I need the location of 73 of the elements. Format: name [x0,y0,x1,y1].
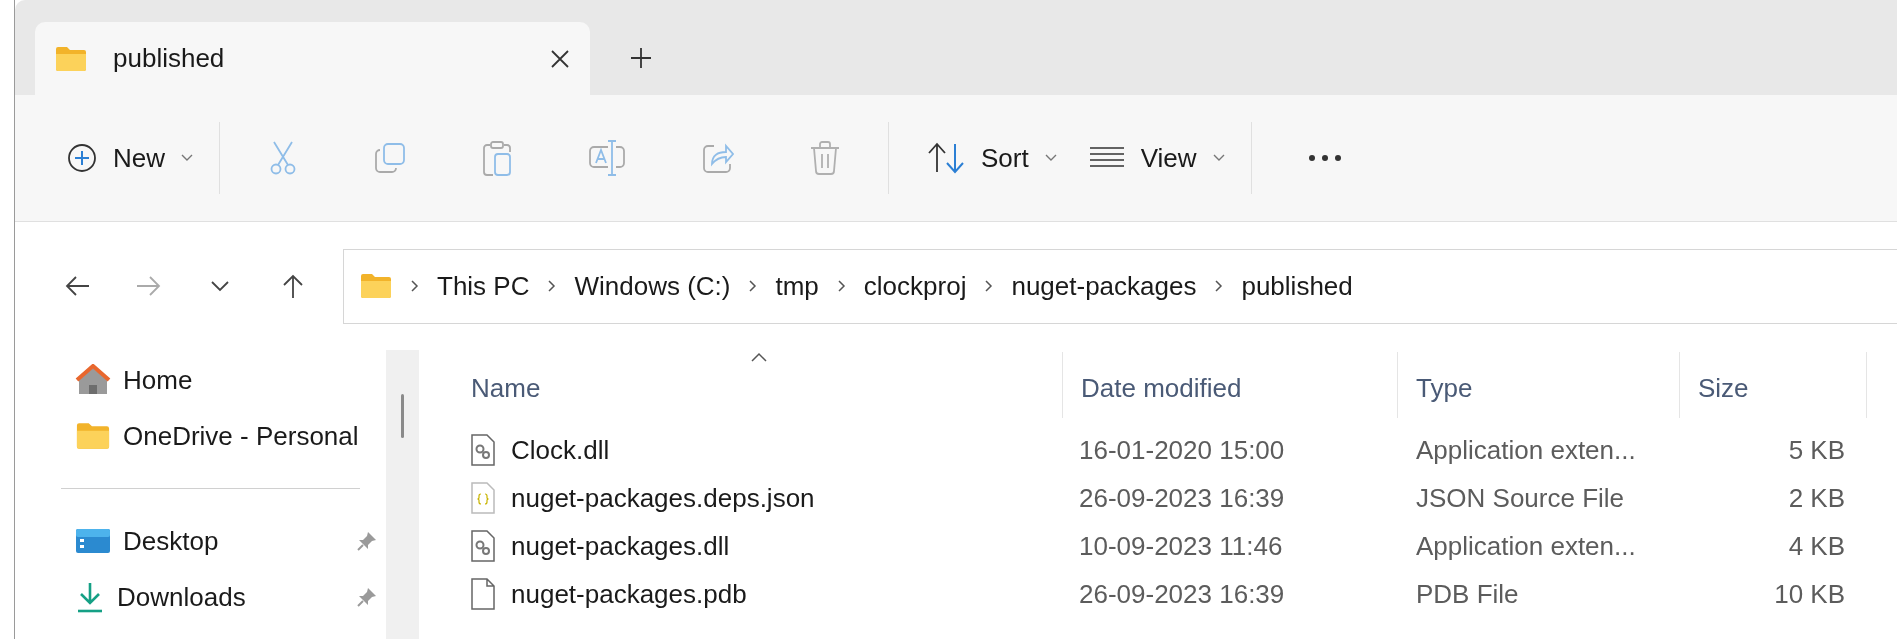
column-header[interactable]: Name [421,352,1063,418]
json-file-icon [471,482,495,514]
arrow-left-icon [65,274,89,298]
file-name[interactable]: Clock.dll [421,430,1063,470]
sidebar-item[interactable]: Downloads [61,569,386,625]
copy-icon [374,142,406,174]
file-icon [471,578,495,610]
size-cell: 5 KB [1788,434,1845,465]
new-tab-button[interactable] [630,47,652,69]
list-view-icon [1088,146,1125,170]
plus-icon [630,47,652,69]
chevron-right-icon [836,280,846,292]
type-cell: Application exten... [1416,434,1636,465]
sort-button[interactable]: Sort [911,130,1073,186]
file-name[interactable]: nuget-packages.dll [421,526,1063,566]
tab[interactable]: published [35,22,590,95]
column-header[interactable]: Type [1398,352,1680,418]
cut-icon [268,141,298,175]
scrollbar[interactable] [386,350,419,639]
chevron-right-icon [1214,280,1224,292]
chevron-down-icon [1044,154,1057,162]
file-name[interactable]: nuget-packages.pdb [421,574,1063,614]
address-bar[interactable]: This PC Windows (C:) tmp clockproj nuget-packages published [343,248,1897,324]
arrow-up-icon [281,274,305,298]
add-icon [67,143,97,173]
folder-icon [360,272,392,300]
size-cell: 10 KB [1774,578,1845,609]
rename-icon [588,139,626,177]
new-button[interactable]: New [51,130,209,186]
column-header[interactable]: Size [1680,352,1867,418]
chevron-right-icon [984,280,994,292]
more-icon [1307,154,1342,162]
breadcrumb[interactable]: published [1241,266,1353,306]
download-icon [75,581,105,613]
scrollbar-thumb[interactable] [401,394,404,438]
chevron-right-icon [410,280,419,292]
date-cell: 26-09-2023 16:39 [1079,482,1285,513]
share-icon [702,142,734,174]
file-gear-icon [471,530,495,562]
file-gear-icon [471,434,495,466]
breadcrumb[interactable]: Windows (C:) [574,266,731,306]
folder-icon [75,421,111,451]
breadcrumb[interactable]: nuget-packages [1011,266,1197,306]
trash-icon [810,141,840,175]
view-button[interactable]: View [1072,130,1241,186]
chevron-right-icon [547,280,557,292]
chevron-down-icon [1212,154,1225,162]
home-icon [75,364,111,396]
date-cell: 26-09-2023 16:39 [1079,578,1285,609]
column-header[interactable]: Date modified [1063,352,1398,418]
sidebar-item[interactable]: OneDrive - Personal [61,408,386,464]
type-cell: PDB File [1416,578,1519,609]
chevron-right-icon [748,280,758,292]
desktop-icon [75,527,111,555]
size-cell: 4 KB [1788,530,1845,561]
breadcrumb[interactable]: clockproj [863,266,967,306]
paste-icon [482,140,512,176]
type-cell: Application exten... [1416,530,1636,561]
chevron-down-icon [181,154,193,162]
close-button[interactable] [550,48,570,69]
date-cell: 16-01-2020 15:00 [1079,434,1285,465]
file-name[interactable]: nuget-packages.deps.json [421,478,1063,518]
date-cell: 10-09-2023 11:46 [1079,530,1283,561]
sort-icon [927,142,965,174]
sidebar-item[interactable]: Desktop [61,513,386,569]
sidebar-item[interactable]: Home [61,352,386,408]
folder-icon [55,44,87,73]
arrow-right-icon [137,274,161,298]
breadcrumb[interactable]: tmp [775,266,819,306]
breadcrumb[interactable]: This PC [437,266,530,306]
size-cell: 2 KB [1788,482,1845,513]
type-cell: JSON Source File [1416,482,1625,513]
close-icon [550,48,570,69]
